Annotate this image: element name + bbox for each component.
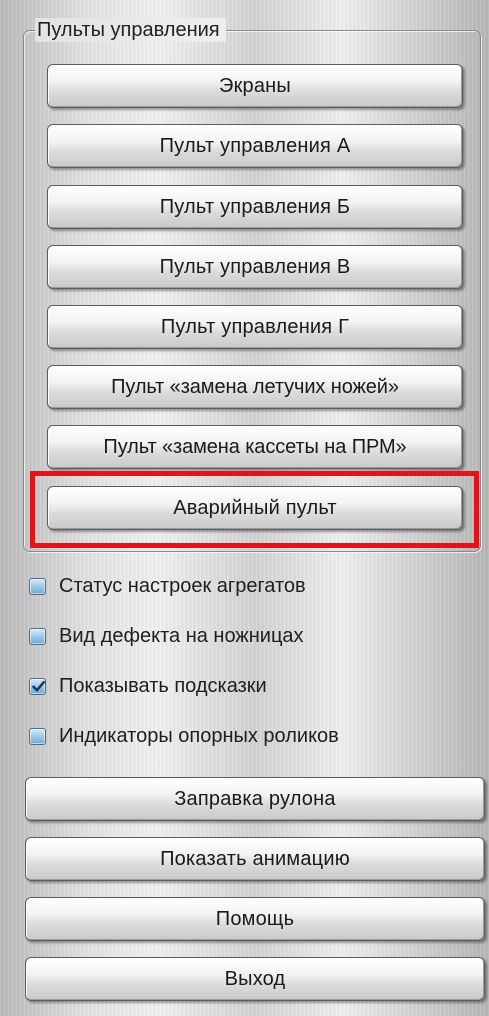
checkmark-icon [32,680,46,691]
control-panel-v-button[interactable]: Пульт управления В [47,245,463,289]
checkbox-box[interactable] [29,577,46,595]
checkbox-box[interactable] [29,727,46,745]
checkbox-label: Показывать подсказки [59,674,267,697]
checkbox-show-hints[interactable]: Показывать подсказки [29,671,267,701]
help-button[interactable]: Помощь [25,897,485,941]
control-panels-group [23,30,481,552]
emergency-panel-button[interactable]: Аварийный пульт [47,486,463,530]
control-panel: Пульты управления Экраны Пульт управлени… [0,0,489,1016]
checkbox-unit-settings-status[interactable]: Статус настроек агрегатов [29,571,306,601]
group-title: Пульты управления [35,18,226,42]
checkbox-label: Статус настроек агрегатов [59,574,306,597]
prm-cassette-change-panel-button[interactable]: Пульт «замена кассеты на ПРМ» [47,425,463,469]
show-animation-button[interactable]: Показать анимацию [25,837,485,881]
checkbox-box[interactable] [29,627,46,645]
flying-knives-change-panel-button[interactable]: Пульт «замена летучих ножей» [47,365,463,409]
coil-threading-button[interactable]: Заправка рулона [25,777,485,821]
checkbox-label: Индикаторы опорных роликов [59,724,339,747]
exit-button[interactable]: Выход [25,957,485,1001]
control-panel-a-button[interactable]: Пульт управления А [47,124,463,168]
control-panel-b-button[interactable]: Пульт управления Б [47,185,463,229]
control-panel-g-button[interactable]: Пульт управления Г [47,305,463,349]
checkbox-shears-defect-view[interactable]: Вид дефекта на ножницах [29,621,304,651]
checkbox-label: Вид дефекта на ножницах [59,624,304,647]
checkbox-support-roller-indicators[interactable]: Индикаторы опорных роликов [29,721,339,751]
checkbox-box[interactable] [29,677,46,695]
screens-button[interactable]: Экраны [47,64,463,108]
